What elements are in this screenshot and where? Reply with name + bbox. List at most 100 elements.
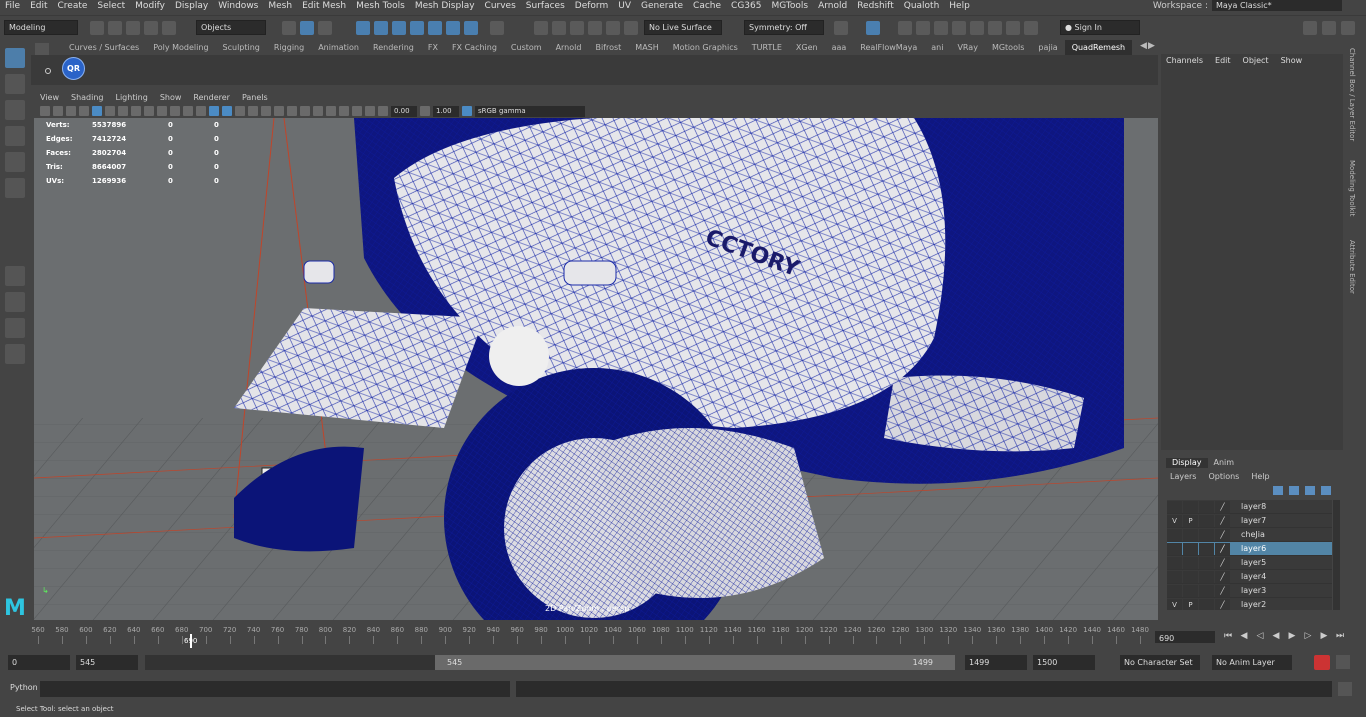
layer-menu-options[interactable]: Options (1208, 472, 1239, 481)
paint-select-tool-icon[interactable] (5, 100, 25, 120)
xray-icon[interactable] (352, 106, 362, 116)
shelf-tab-motion-graphics[interactable]: Motion Graphics (666, 40, 745, 55)
menu-edit[interactable]: Edit (25, 0, 52, 13)
grease-pencil-icon[interactable] (105, 106, 115, 116)
vray-render-icon[interactable] (1006, 21, 1020, 35)
selection-mode-dropdown[interactable]: Objects (196, 20, 266, 35)
menu-create[interactable]: Create (53, 0, 93, 13)
layer-menu-layers[interactable]: Layers (1170, 472, 1196, 481)
script-editor-icon[interactable] (1338, 682, 1352, 696)
safe-action-icon[interactable] (183, 106, 193, 116)
depth-of-field-icon[interactable] (326, 106, 336, 116)
layer-visibility-toggle[interactable]: V (1167, 598, 1182, 610)
menu-help[interactable]: Help (944, 0, 975, 13)
menu-generate[interactable]: Generate (636, 0, 688, 13)
shelf-tab-pajia[interactable]: pajia (1031, 40, 1064, 55)
pause-icon[interactable] (1024, 21, 1038, 35)
side-tab-0[interactable]: Channel Box / Layer Editor (1348, 48, 1356, 141)
open-scene-icon[interactable] (108, 21, 122, 35)
layer-visibility-toggle[interactable] (1167, 528, 1182, 541)
motion-blur-icon[interactable] (300, 106, 310, 116)
menu-redshift[interactable]: Redshift (852, 0, 899, 13)
select-by-handle-icon[interactable] (356, 21, 370, 35)
select-by-joint-icon[interactable] (374, 21, 388, 35)
shelf-tab-ani[interactable]: ani (924, 40, 950, 55)
shelf-tab-custom[interactable]: Custom (504, 40, 549, 55)
gamma-field[interactable]: 1.00 (433, 105, 459, 117)
layer-color-swatch[interactable] (1199, 598, 1214, 610)
layer-menu-help[interactable]: Help (1251, 472, 1269, 481)
layer-row[interactable]: ╱ layer3 (1167, 584, 1332, 598)
layer-row[interactable]: V P ╱ layer2 (1167, 598, 1332, 610)
layer-row[interactable]: ╱ layer6 (1167, 542, 1332, 556)
shelf-tab-fx-caching[interactable]: FX Caching (445, 40, 504, 55)
step-back-frame-icon[interactable]: ◁ (1254, 630, 1266, 642)
image-plane-icon[interactable] (79, 106, 89, 116)
layer-visibility-toggle[interactable] (1167, 570, 1182, 583)
snap-point-icon[interactable] (570, 21, 584, 35)
viewport-menu-show[interactable]: Show (154, 92, 188, 104)
textured-icon[interactable] (248, 106, 258, 116)
viewport-menu-renderer[interactable]: Renderer (187, 92, 236, 104)
channel-menu-object[interactable]: Object (1243, 56, 1269, 65)
layer-visibility-toggle[interactable]: V (1167, 514, 1182, 527)
outliner-icon[interactable] (5, 344, 25, 364)
menu-uv[interactable]: UV (613, 0, 636, 13)
select-by-dynamics-icon[interactable] (446, 21, 460, 35)
character-set-dropdown[interactable]: No Character Set (1120, 655, 1200, 670)
command-input[interactable] (40, 681, 510, 697)
resolution-gate-icon[interactable] (144, 106, 154, 116)
live-surface-field[interactable]: No Live Surface (644, 20, 722, 35)
shelf-tab-poly-modeling[interactable]: Poly Modeling (146, 40, 215, 55)
snap-surface-icon[interactable] (624, 21, 638, 35)
layer-color-swatch[interactable] (1199, 528, 1214, 541)
layer-playback-toggle[interactable] (1183, 542, 1198, 555)
use-all-lights-icon[interactable] (261, 106, 271, 116)
channel-menu-show[interactable]: Show (1281, 56, 1303, 65)
shelf-tab-aaa[interactable]: aaa (825, 40, 854, 55)
layer-visibility-toggle[interactable] (1167, 584, 1182, 597)
layer-playback-toggle[interactable] (1183, 500, 1198, 513)
wireframe-icon[interactable] (209, 106, 219, 116)
shelf-tab-rigging[interactable]: Rigging (267, 40, 311, 55)
color-management-icon[interactable] (462, 106, 472, 116)
channel-menu-edit[interactable]: Edit (1215, 56, 1231, 65)
shelf-tab-bifrost[interactable]: Bifrost (588, 40, 628, 55)
layer-playback-toggle[interactable]: P (1183, 514, 1198, 527)
menu-deform[interactable]: Deform (570, 0, 613, 13)
color-space-dropdown[interactable]: sRGB gamma (475, 105, 585, 117)
snap-grid-icon[interactable] (534, 21, 548, 35)
layer-color-swatch[interactable] (1199, 514, 1214, 527)
menu-mesh[interactable]: Mesh (263, 0, 297, 13)
play-forwards-icon[interactable]: ▶ (1286, 630, 1298, 642)
render-current-frame-icon[interactable] (898, 21, 912, 35)
lasso-tool-icon[interactable] (5, 74, 25, 94)
gate-mask-icon[interactable] (157, 106, 167, 116)
menu-modify[interactable]: Modify (130, 0, 170, 13)
lock-icon[interactable] (490, 21, 504, 35)
go-to-end-icon[interactable]: ⏭ (1334, 630, 1346, 642)
new-layer-from-selection-icon[interactable] (1321, 486, 1331, 495)
ipr-render-icon[interactable] (916, 21, 930, 35)
viewport-menu-lighting[interactable]: Lighting (109, 92, 153, 104)
shelf-tab-mash[interactable]: MASH (628, 40, 665, 55)
layer-color-swatch[interactable] (1199, 556, 1214, 569)
new-scene-icon[interactable] (90, 21, 104, 35)
menu-arnold[interactable]: Arnold (813, 0, 852, 13)
undo-icon[interactable] (144, 21, 158, 35)
shelf-settings-icon[interactable] (35, 43, 49, 55)
menu-curves[interactable]: Curves (480, 0, 521, 13)
go-to-start-icon[interactable]: ⏮ (1222, 630, 1234, 642)
select-by-surface-icon[interactable] (410, 21, 424, 35)
arnold-render-icon[interactable] (970, 21, 984, 35)
select-by-curve-icon[interactable] (392, 21, 406, 35)
snap-curve-icon[interactable] (552, 21, 566, 35)
shelf-tab-quadremesh[interactable]: QuadRemesh (1064, 40, 1133, 55)
layer-row[interactable]: ╱ layer5 (1167, 556, 1332, 570)
select-by-deformation-icon[interactable] (428, 21, 442, 35)
layer-visibility-toggle[interactable] (1167, 542, 1182, 555)
move-layer-up-icon[interactable] (1273, 486, 1283, 495)
shelf-tab-curves-surfaces[interactable]: Curves / Surfaces (62, 40, 146, 55)
menu-set-dropdown[interactable]: Modeling (4, 20, 78, 35)
shelf-tab-arnold[interactable]: Arnold (549, 40, 589, 55)
